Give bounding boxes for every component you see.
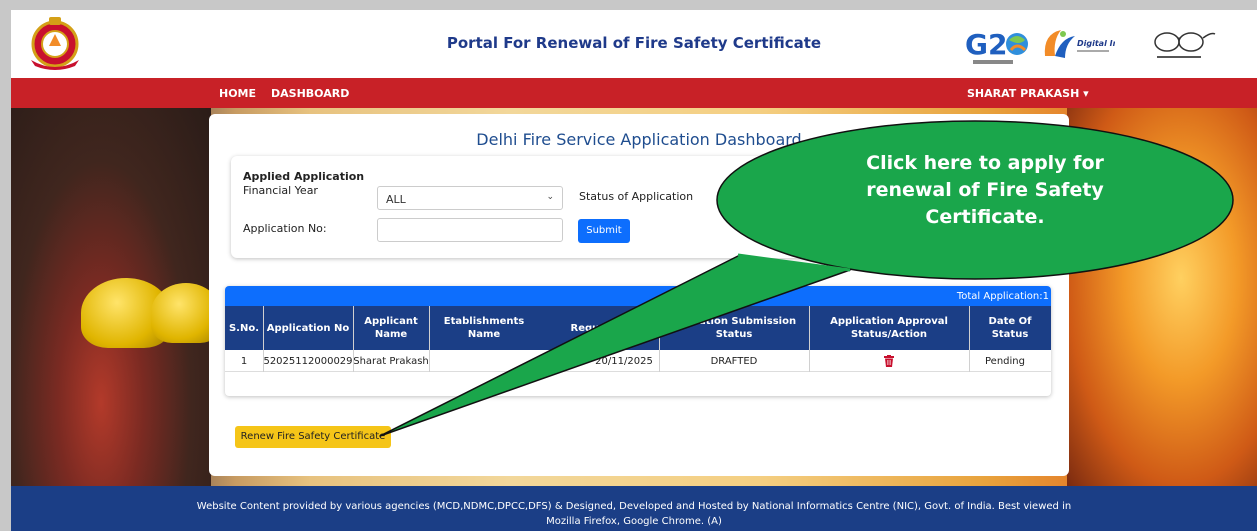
user-menu-dropdown[interactable]: SHARAT PRAKASH ▾ [967,87,1089,100]
window-frame-top [0,0,1257,10]
column-divider [353,306,354,372]
financial-year-label: Financial Year [243,184,318,197]
column-header: Application Approval Status/Action [830,316,948,340]
column-header: S.No. [228,322,260,334]
status-of-application-label: Status of Application [579,190,694,203]
column-divider [429,306,430,372]
svg-text:G2: G2 [965,28,1007,61]
site-header: Portal For Renewal of Fire Safety Certif… [11,10,1257,78]
cell-sno: 1 [240,355,248,367]
callout-line-2: renewal of Fire Safety [866,179,1104,201]
window-frame-left [0,0,11,531]
applications-table: Total Application:1 S.No. Application No… [225,286,1051,396]
column-header: Applicant Name [364,316,418,340]
renew-fire-safety-certificate-button[interactable]: Renew Fire Safety Certificate [235,426,391,448]
column-header: Date Of Status [988,316,1032,340]
cell-date-of-status: Pending [985,355,1025,367]
g20-logo: G2 [965,28,1028,64]
site-footer: Website Content provided by various agen… [11,486,1257,531]
svg-text:Digital India: Digital India [1077,39,1115,48]
trash-icon[interactable] [884,355,894,367]
nav-dashboard-link[interactable]: DASHBOARD [271,87,349,100]
column-divider [809,306,810,372]
table-row: 1 52025112000029 Sharat Prakash 20/11/20… [225,350,1051,372]
submit-button[interactable]: Submit [578,219,630,243]
column-header: Application No [266,322,350,334]
cell-approval-action [809,350,969,372]
nav-home-link[interactable]: HOME [219,87,256,100]
column-header: pplication Submission Status [671,316,797,340]
callout-text: Click here to apply for renewal of Fire … [790,150,1180,231]
footer-text: Website Content provided by various agen… [11,499,1257,529]
column-divider [659,306,660,372]
total-application-count: Total Application:1 [956,291,1049,302]
swachh-bharat-glasses-icon [1154,32,1216,58]
callout-line-3: Certificate. [925,206,1045,228]
application-no-input[interactable] [377,218,563,242]
column-header: Request S [570,322,628,334]
callout-line-1: Click here to apply for [866,152,1104,174]
chevron-down-icon: ⌄ [546,192,554,202]
cell-establishment-name [429,350,539,372]
financial-year-value: ALL [386,193,406,206]
column-divider [969,306,970,372]
application-no-label: Application No: [243,222,327,235]
financial-year-select[interactable]: ALL ⌄ [377,186,563,210]
filter-heading: Applied Application [243,170,365,183]
main-navbar: HOME DASHBOARD SHARAT PRAKASH ▾ [11,78,1257,108]
digital-india-logo: Digital India [1044,30,1115,58]
column-header: Etablishments Name [443,316,525,340]
cell-applicant-name: Sharat Prakash [353,355,429,367]
cell-submission-status: DRAFTED [710,355,758,367]
table-header: S.No. Application No Applicant Name Etab… [225,306,1051,350]
table-summary-bar: Total Application:1 [225,286,1051,306]
dashboard-title: Delhi Fire Service Application Dashboard [476,130,802,149]
column-divider [263,306,264,372]
footer-line-1: Website Content provided by various agen… [196,501,1072,512]
footer-line-2: Mozilla Firefox, Google Chrome. (A) [546,516,722,527]
cell-application-no: 52025112000029 [263,355,353,367]
